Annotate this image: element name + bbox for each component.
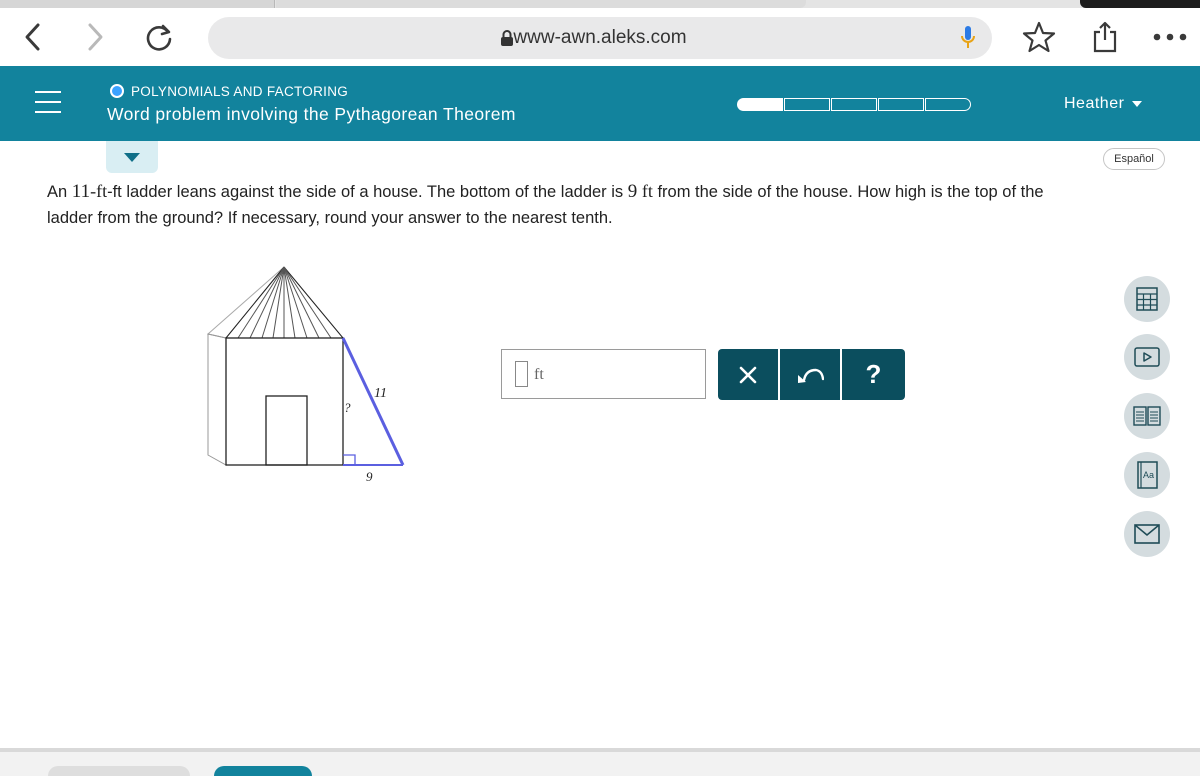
- video-icon: [1134, 347, 1160, 367]
- bookmark-button[interactable]: [1022, 20, 1056, 54]
- message-icon: [1134, 524, 1160, 544]
- collapse-header-button[interactable]: [106, 141, 158, 173]
- help-icon: ?: [865, 359, 882, 389]
- question-text: An 11-ft-ft ladder leans against the sid…: [47, 178, 1077, 231]
- reload-button[interactable]: [142, 20, 176, 54]
- ladder-length-value: 11: [71, 181, 91, 202]
- progress-segment: [737, 98, 783, 111]
- browser-tab[interactable]: [1080, 0, 1200, 8]
- question-text-part: -ft ladder leans against the side of a h…: [107, 183, 628, 201]
- height-label: ?: [344, 400, 351, 415]
- question-text-part: An: [47, 183, 72, 201]
- house-ladder-diagram: 11 9 ?: [206, 266, 405, 484]
- caret-down-icon: [1132, 101, 1143, 107]
- reload-icon: [146, 24, 172, 51]
- textbook-icon: [1133, 406, 1161, 426]
- clear-button[interactable]: [718, 349, 780, 400]
- distance-value: 9: [627, 181, 638, 202]
- distance-unit: ft: [641, 181, 653, 201]
- help-button[interactable]: ?: [842, 349, 905, 400]
- dictionary-button[interactable]: Aa: [1124, 452, 1170, 498]
- roof: [206, 266, 344, 339]
- ladder-line: [341, 337, 405, 466]
- back-button[interactable]: [16, 20, 50, 54]
- progress-segment: [925, 98, 971, 111]
- progress-segment: [831, 98, 877, 111]
- ladder-unit: ft: [96, 181, 108, 201]
- house-side-wall: [207, 333, 227, 466]
- bottom-primary-button[interactable]: [214, 766, 312, 776]
- hypotenuse-label: 11: [374, 386, 387, 401]
- browser-tab-active[interactable]: [276, 0, 806, 8]
- user-menu[interactable]: Heather: [1064, 95, 1143, 113]
- house-door: [265, 395, 308, 466]
- dictionary-icon: Aa: [1137, 461, 1158, 489]
- menu-icon[interactable]: [35, 91, 61, 113]
- more-dots-icon: [1153, 33, 1187, 41]
- progress-segment: [878, 98, 924, 111]
- browser-tab[interactable]: [0, 0, 275, 8]
- textbook-button[interactable]: [1124, 393, 1170, 439]
- caret-down-icon: [124, 152, 140, 162]
- topic-label: POLYNOMIALS AND FACTORING: [131, 83, 349, 99]
- star-icon: [1022, 21, 1056, 53]
- answer-unit: ft: [534, 366, 544, 383]
- page-title: Word problem involving the Pythagorean T…: [107, 104, 516, 124]
- forward-button[interactable]: [78, 20, 112, 54]
- answer-slot[interactable]: [515, 361, 528, 387]
- chevron-left-icon: [25, 23, 40, 51]
- base-label: 9: [366, 469, 373, 484]
- svg-text:Aa: Aa: [1143, 470, 1154, 480]
- address-bar[interactable]: www-awn.aleks.com: [208, 17, 992, 59]
- user-name: Heather: [1064, 95, 1125, 112]
- language-button[interactable]: Español: [1103, 148, 1165, 170]
- share-icon: [1093, 21, 1117, 53]
- calculator-button[interactable]: [1124, 276, 1170, 322]
- more-menu-button[interactable]: [1152, 20, 1188, 54]
- answer-input[interactable]: ft: [501, 349, 706, 399]
- undo-icon: [798, 368, 824, 383]
- progress-bar: [737, 98, 972, 112]
- right-angle-marker: [343, 454, 356, 465]
- undo-button[interactable]: [780, 349, 842, 400]
- url-text: www-awn.aleks.com: [513, 27, 687, 48]
- calculator-icon: [1136, 287, 1158, 311]
- chevron-right-icon: [88, 23, 103, 51]
- message-button[interactable]: [1124, 511, 1170, 557]
- topic-status-icon: [110, 84, 124, 98]
- topic-row: POLYNOMIALS AND FACTORING: [110, 83, 348, 99]
- progress-segment: [784, 98, 830, 111]
- tab-strip: [0, 0, 1200, 8]
- microphone-icon[interactable]: [958, 25, 978, 51]
- lesson-header: POLYNOMIALS AND FACTORING Word problem i…: [0, 66, 1200, 141]
- video-button[interactable]: [1124, 334, 1170, 380]
- answer-actions: ?: [718, 349, 905, 400]
- browser-toolbar: www-awn.aleks.com: [0, 8, 1200, 66]
- close-icon: [739, 366, 757, 383]
- share-button[interactable]: [1088, 20, 1122, 54]
- house-front: [225, 337, 344, 466]
- bottom-secondary-button[interactable]: [48, 766, 190, 776]
